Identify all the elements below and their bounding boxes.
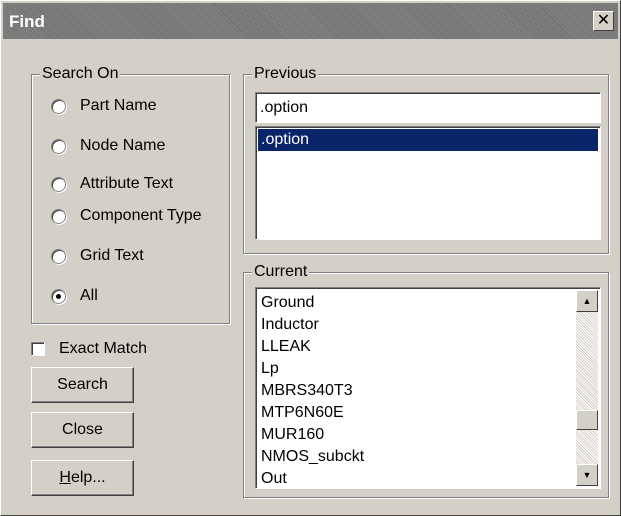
help-button[interactable]: Help... <box>31 460 134 496</box>
scroll-thumb[interactable] <box>576 410 598 430</box>
exact-match-label: Exact Match <box>59 340 148 357</box>
window-title: Find <box>9 12 45 31</box>
close-icon: ✕ <box>596 12 611 29</box>
current-list-item[interactable]: MUR160 <box>261 424 364 446</box>
previous-list[interactable]: .option <box>255 126 601 240</box>
current-list-item[interactable]: Out <box>261 468 364 488</box>
radio-label: Attribute Text <box>80 175 174 192</box>
title-bar[interactable]: Find ✕ <box>3 3 618 39</box>
search-button[interactable]: Search <box>31 367 134 403</box>
radio-label: Part Name <box>80 97 157 114</box>
radio-option[interactable]: All <box>51 287 98 305</box>
exact-match-checkbox[interactable]: Exact Match <box>31 340 147 358</box>
radio-option[interactable]: Grid Text <box>51 247 144 265</box>
radio-option[interactable]: Component Type <box>51 207 202 225</box>
current-legend: Current <box>252 262 310 282</box>
previous-list-item-selected[interactable]: .option <box>258 129 598 151</box>
previous-input[interactable] <box>255 92 601 123</box>
radio-button[interactable] <box>51 138 66 154</box>
current-list-item[interactable]: Ground <box>261 292 364 314</box>
help-button-label: Help... <box>59 469 106 486</box>
close-button[interactable]: Close <box>31 412 134 448</box>
radio-label: Node Name <box>80 137 166 154</box>
scroll-up-arrow-icon: ▲ <box>582 296 592 306</box>
search-button-label: Search <box>57 376 108 393</box>
scroll-down-arrow-icon: ▼ <box>582 470 592 480</box>
scroll-up-button[interactable]: ▲ <box>576 290 598 312</box>
radio-option[interactable]: Node Name <box>51 137 165 155</box>
current-list-item[interactable]: MBRS340T3 <box>261 380 364 402</box>
previous-legend: Previous <box>252 64 319 84</box>
close-window-button[interactable]: ✕ <box>593 11 614 31</box>
radio-button[interactable] <box>51 288 66 304</box>
current-list-item[interactable]: Lp <box>261 358 364 380</box>
radio-label: Component Type <box>80 207 202 224</box>
radio-button[interactable] <box>51 98 66 114</box>
radio-button[interactable] <box>51 208 66 224</box>
exact-match-box[interactable] <box>31 342 45 356</box>
radio-option[interactable]: Attribute Text <box>51 175 173 193</box>
close-button-label: Close <box>62 421 103 438</box>
current-list-item[interactable]: Inductor <box>261 314 364 336</box>
radio-button[interactable] <box>51 248 66 264</box>
current-list-item[interactable]: LLEAK <box>261 336 364 358</box>
search-on-legend: Search On <box>40 64 121 84</box>
current-list-item[interactable]: MTP6N60E <box>261 402 364 424</box>
radio-button[interactable] <box>51 176 66 192</box>
current-list[interactable]: Ground Inductor LLEAK Lp MBRS340T3 MTP6N60E MU… <box>255 287 601 489</box>
scroll-down-button[interactable]: ▼ <box>576 464 598 486</box>
radio-label: All <box>80 287 98 304</box>
current-list-item[interactable]: NMOS_subckt <box>261 446 364 468</box>
radio-label: Grid Text <box>80 247 144 264</box>
radio-option[interactable]: Part Name <box>51 97 156 115</box>
current-list-scrollbar[interactable]: ▲ ▼ <box>576 290 598 486</box>
